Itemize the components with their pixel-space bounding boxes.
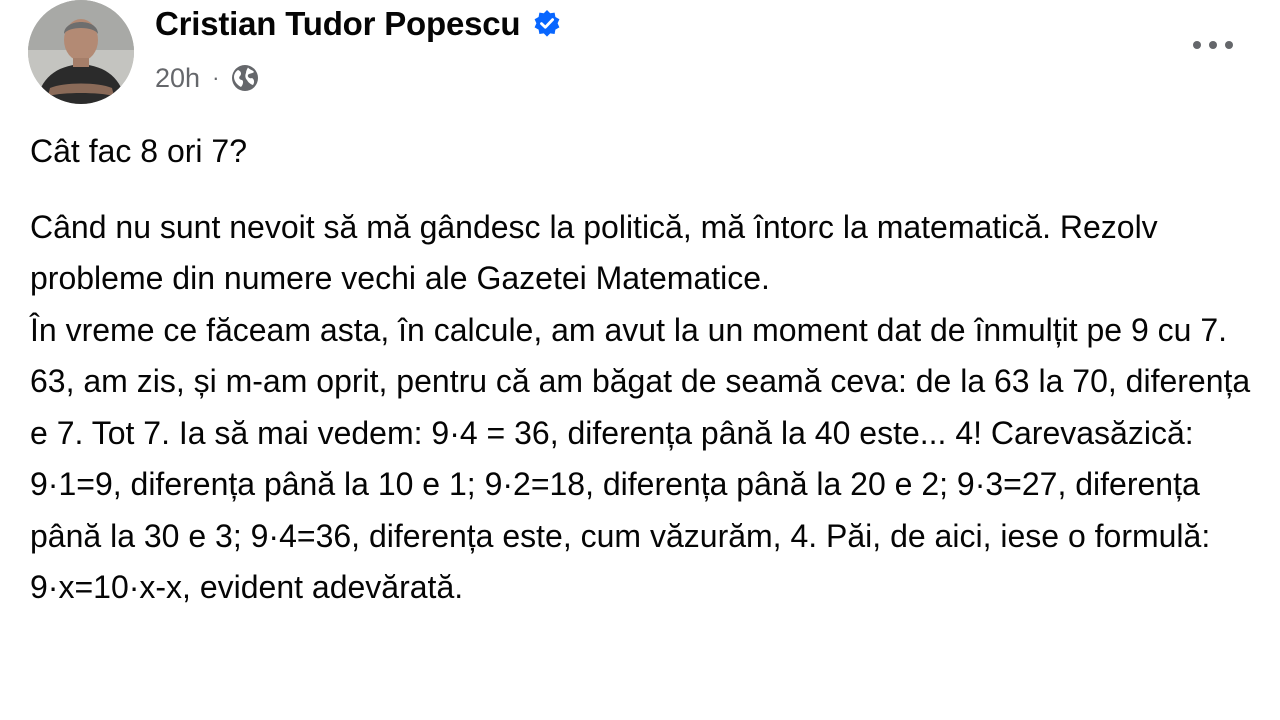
more-options-icon	[1193, 41, 1233, 49]
post-paragraph: Când nu sunt nevoit să mă gândesc la pol…	[30, 208, 1158, 297]
profile-photo	[28, 0, 134, 104]
post-text: Cât fac 8 ori 7? Când nu sunt nevoit să …	[30, 126, 1260, 614]
author-avatar[interactable]	[28, 0, 134, 104]
post-timestamp[interactable]: 20h	[155, 63, 200, 94]
globe-icon[interactable]	[229, 62, 261, 94]
post-meta: 20h ·	[155, 56, 261, 100]
meta-separator: ·	[212, 65, 220, 90]
post-paragraph: În vreme ce făceam asta, în calcule, am …	[30, 311, 1251, 606]
verified-badge-icon	[532, 9, 562, 39]
author-header: Cristian Tudor Popescu	[155, 2, 562, 46]
more-options-button[interactable]	[1185, 20, 1241, 70]
facebook-post: Cristian Tudor Popescu 20h · Cât fac 8 o…	[0, 0, 1280, 720]
post-title: Cât fac 8 ori 7?	[30, 133, 247, 169]
author-name[interactable]: Cristian Tudor Popescu	[155, 5, 521, 43]
